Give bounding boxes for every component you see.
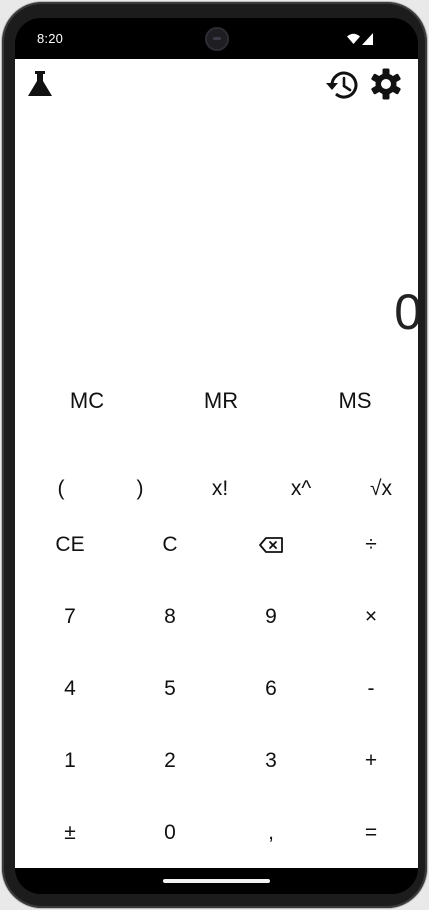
add-button[interactable]: +	[342, 741, 400, 781]
history-icon[interactable]	[324, 68, 360, 102]
digit-3-button[interactable]: 3	[242, 741, 300, 781]
settings-icon[interactable]	[369, 67, 403, 101]
cellular-signal-icon	[362, 33, 373, 45]
backspace-icon	[259, 537, 283, 553]
status-time: 8:20	[37, 31, 64, 46]
plus-minus-button[interactable]: ±	[41, 813, 99, 853]
open-paren-button[interactable]: (	[41, 471, 81, 507]
clear-entry-button[interactable]: CE	[41, 525, 99, 565]
calculator-app: 0 MC MR MS ( ) x! x^ √x CE C ÷ 7 8 9 × 4…	[15, 59, 418, 868]
clear-button[interactable]: C	[141, 525, 199, 565]
mr-button[interactable]: MR	[171, 381, 271, 421]
digit-9-button[interactable]: 9	[242, 597, 300, 637]
navigation-bar	[15, 868, 418, 894]
status-bar: 8:20	[15, 18, 418, 59]
digit-6-button[interactable]: 6	[242, 669, 300, 709]
digit-0-button[interactable]: 0	[141, 813, 199, 853]
digit-2-button[interactable]: 2	[141, 741, 199, 781]
status-icons-svg	[347, 33, 373, 45]
square-root-button[interactable]: √x	[358, 471, 404, 507]
decimal-comma-button[interactable]: ,	[242, 813, 300, 853]
flask-icon[interactable]	[25, 69, 55, 99]
subtract-button[interactable]: -	[342, 669, 400, 709]
phone-screen: 8:20 0 MC MR MS () x! x^ √x CE C ÷ 7 8 …	[15, 18, 418, 894]
close-paren-button[interactable]: )	[120, 471, 160, 507]
digit-1-button[interactable]: 1	[41, 741, 99, 781]
display-value: 0	[394, 284, 418, 340]
digit-8-button[interactable]: 8	[141, 597, 199, 637]
status-icons	[346, 32, 376, 46]
digit-7-button[interactable]: 7	[41, 597, 99, 637]
multiply-button[interactable]: ×	[342, 597, 400, 637]
front-camera	[205, 27, 229, 51]
equals-button[interactable]: =	[342, 813, 400, 853]
divide-button[interactable]: ÷	[342, 525, 400, 565]
home-gesture-handle[interactable]	[163, 879, 270, 883]
phone-frame: 8:20 0 MC MR MS () x! x^ √x CE C ÷ 7 8 …	[2, 2, 427, 908]
digit-5-button[interactable]: 5	[141, 669, 199, 709]
ms-button[interactable]: MS	[305, 381, 405, 421]
factorial-button[interactable]: x!	[197, 471, 243, 507]
power-button[interactable]: x^	[278, 471, 324, 507]
backspace-button[interactable]	[242, 525, 300, 565]
mc-button[interactable]: MC	[37, 381, 137, 421]
digit-4-button[interactable]: 4	[41, 669, 99, 709]
wifi-icon	[347, 33, 360, 44]
